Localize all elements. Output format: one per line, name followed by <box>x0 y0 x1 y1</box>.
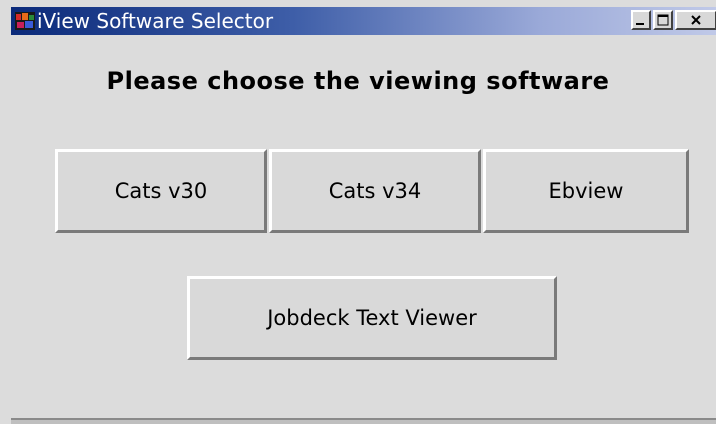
ebview-button[interactable]: Ebview <box>483 149 689 233</box>
window-bottom-border <box>11 418 716 424</box>
title-bar[interactable]: iView Software Selector <box>11 7 716 35</box>
cats-v30-label: Cats v30 <box>114 179 208 203</box>
minimize-button[interactable] <box>631 10 651 30</box>
jobdeck-text-viewer-button[interactable]: Jobdeck Text Viewer <box>187 276 557 360</box>
maximize-icon <box>657 14 669 26</box>
cats-v34-label: Cats v34 <box>328 179 422 203</box>
minimize-icon <box>636 23 644 25</box>
close-icon <box>691 15 701 25</box>
selector-window: iView Software Selector Please choose th… <box>0 0 716 424</box>
window-title: iView Software Selector <box>37 9 274 33</box>
instruction-heading: Please choose the viewing software <box>106 67 610 95</box>
window-client-area: Please choose the viewing software Cats … <box>13 35 716 418</box>
app-icon <box>15 12 35 30</box>
ebview-label: Ebview <box>548 179 624 203</box>
close-button[interactable] <box>675 10 716 30</box>
cats-v34-button[interactable]: Cats v34 <box>269 149 481 233</box>
cats-v30-button[interactable]: Cats v30 <box>55 149 267 233</box>
jobdeck-text-viewer-label: Jobdeck Text Viewer <box>267 306 477 330</box>
maximize-button[interactable] <box>653 10 673 30</box>
